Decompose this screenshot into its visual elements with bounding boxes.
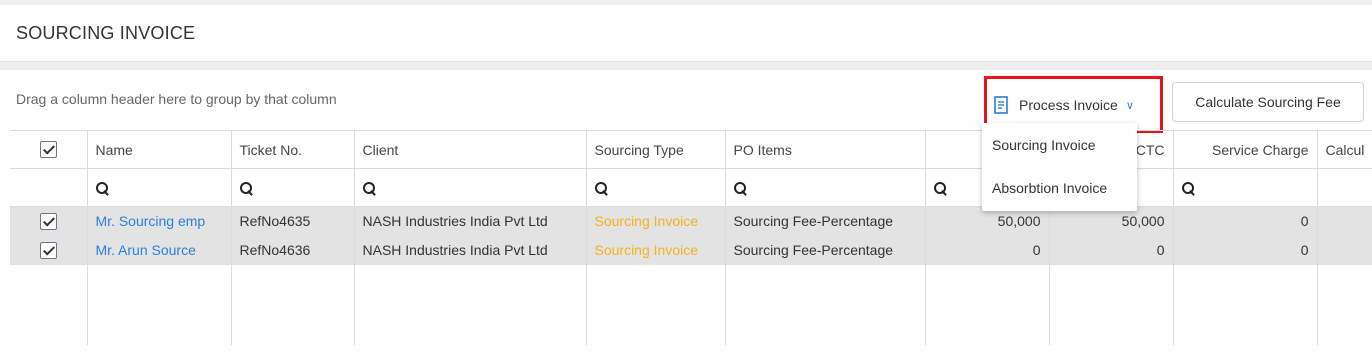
process-invoice-menu: Sourcing Invoice Absorbtion Invoice (982, 123, 1137, 211)
process-invoice-button[interactable]: Process Invoice ∨ (993, 91, 1134, 119)
row-select-cell[interactable] (10, 235, 88, 265)
header-row: Name Ticket No. Client Sourcing Type PO … (10, 130, 1372, 169)
search-icon (733, 182, 747, 195)
column-header-calculated[interactable]: Calcul (1317, 130, 1372, 169)
cell-ctc: 0 (1049, 235, 1174, 265)
cell-calculated (1317, 206, 1372, 236)
column-header-name[interactable]: Name (87, 130, 232, 169)
filter-cell-sourcing-type[interactable] (586, 168, 726, 207)
search-icon (933, 182, 947, 195)
table-row[interactable]: Mr. Sourcing emp RefNo4635 NASH Industri… (10, 206, 1372, 236)
cell-service-charge: 0 (1173, 206, 1318, 236)
table-row[interactable]: Mr. Arun Source RefNo4636 NASH Industrie… (10, 235, 1372, 265)
page-header: SOURCING INVOICE (0, 5, 1372, 62)
filter-cell-name[interactable] (87, 168, 232, 207)
cell-po-items: Sourcing Fee-Percentage (725, 206, 926, 236)
column-header-sourcing-type[interactable]: Sourcing Type (586, 130, 726, 169)
column-header-service-charge[interactable]: Service Charge (1173, 130, 1318, 169)
cell-client: NASH Industries India Pvt Ltd (354, 235, 587, 265)
cell-calculated (1317, 235, 1372, 265)
filter-cell-select (10, 168, 88, 207)
chevron-down-icon: ∨ (1125, 99, 1134, 112)
cell-sourcing-type: Sourcing Invoice (586, 235, 726, 265)
cell-name[interactable]: Mr. Arun Source (87, 235, 232, 265)
search-icon (362, 182, 376, 195)
column-header-ticket[interactable]: Ticket No. (231, 130, 355, 169)
search-icon (1181, 182, 1195, 195)
row-checkbox[interactable] (39, 213, 57, 231)
grid-panel: Drag a column header here to group by th… (0, 70, 1372, 361)
cell-name[interactable]: Mr. Sourcing emp (87, 206, 232, 236)
group-panel-hint[interactable]: Drag a column header here to group by th… (16, 91, 337, 107)
cell-sourcing-type: Sourcing Invoice (586, 206, 726, 236)
menu-item-absorbtion-invoice[interactable]: Absorbtion Invoice (992, 180, 1107, 196)
cell-offer: 0 (925, 235, 1050, 265)
row-select-cell[interactable] (10, 206, 88, 236)
invoice-document-icon (994, 96, 1008, 114)
filter-cell-ticket[interactable] (231, 168, 355, 207)
search-icon (239, 182, 253, 195)
cell-service-charge: 0 (1173, 235, 1318, 265)
select-all-checkbox[interactable] (39, 141, 57, 159)
filter-cell-calculated[interactable] (1317, 168, 1372, 207)
cell-client: NASH Industries India Pvt Ltd (354, 206, 587, 236)
calculate-sourcing-fee-button[interactable]: Calculate Sourcing Fee (1172, 82, 1364, 122)
menu-item-sourcing-invoice[interactable]: Sourcing Invoice (992, 137, 1096, 153)
column-header-po-items[interactable]: PO Items (725, 130, 926, 169)
column-header-client[interactable]: Client (354, 130, 587, 169)
cell-po-items: Sourcing Fee-Percentage (725, 235, 926, 265)
page-title: SOURCING INVOICE (16, 23, 196, 43)
invoice-grid: Name Ticket No. Client Sourcing Type PO … (10, 130, 1372, 345)
cell-ticket: RefNo4635 (231, 206, 355, 236)
select-all-header[interactable] (10, 130, 88, 169)
empty-row (10, 264, 1372, 345)
search-icon (594, 182, 608, 195)
process-invoice-label: Process Invoice (1019, 97, 1118, 113)
filter-cell-po-items[interactable] (725, 168, 926, 207)
cell-ticket: RefNo4636 (231, 235, 355, 265)
search-icon (95, 182, 109, 195)
filter-cell-client[interactable] (354, 168, 587, 207)
row-checkbox[interactable] (39, 241, 57, 259)
filter-cell-service-charge[interactable] (1173, 168, 1318, 207)
filter-row (10, 168, 1372, 207)
